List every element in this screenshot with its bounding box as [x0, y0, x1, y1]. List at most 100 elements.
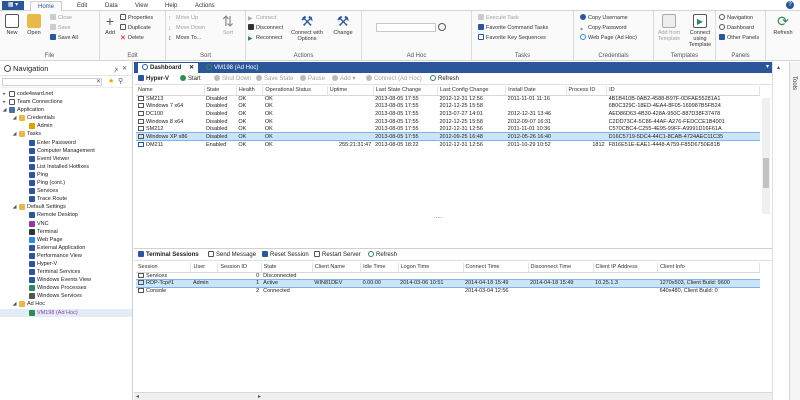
- tree-item[interactable]: ◢ Ad Hoc: [0, 300, 132, 308]
- restart-server-button[interactable]: Restart Server: [314, 249, 361, 262]
- tab-help[interactable]: Help: [158, 1, 184, 11]
- execute-task-button[interactable]: Execute Task: [478, 14, 519, 22]
- table-row[interactable]: Console 2 Connected 2014-03-04 12:56 640x480…: [136, 287, 760, 295]
- adhoc-input[interactable]: [376, 23, 436, 32]
- tree-item[interactable]: ◢ Application: [0, 106, 132, 114]
- favorite-key-sequences-button[interactable]: Favorite Key Sequences: [478, 34, 546, 42]
- connect-using-template-button[interactable]: ▶ Connect using Template: [686, 14, 714, 48]
- table-row[interactable]: DM211 Enabled OK OK 255:21:31:47 2013-08-05 1…: [136, 141, 760, 149]
- tab-data[interactable]: Data: [98, 1, 125, 11]
- vm-table-scrollbar[interactable]: [762, 98, 770, 214]
- column-header[interactable]: Install Date: [505, 86, 567, 96]
- other-panels-button[interactable]: Other Panels: [719, 34, 759, 42]
- dashboard-panel-button[interactable]: Dashboard: [719, 24, 754, 32]
- collapse-icon[interactable]: ◢: [2, 106, 7, 114]
- tree-item[interactable]: Services: [0, 187, 132, 195]
- column-header[interactable]: Logon Time: [398, 263, 464, 273]
- column-header[interactable]: Idle Time: [360, 263, 399, 273]
- ts-refresh-button[interactable]: Refresh: [368, 249, 397, 262]
- tab-actions[interactable]: Actions: [188, 1, 222, 11]
- tree-item[interactable]: Remote Desktop: [0, 211, 132, 219]
- pause-button[interactable]: Pause: [300, 73, 325, 85]
- tree-item[interactable]: Admin: [0, 122, 132, 130]
- filter-icon[interactable]: ⚲: [118, 77, 125, 85]
- add-from-template-button[interactable]: Add from Template: [656, 14, 682, 42]
- scroll-up-icon[interactable]: ▴: [777, 64, 780, 71]
- column-header[interactable]: Health: [236, 86, 264, 96]
- favorite-command-tasks-button[interactable]: Favorite Command Tasks: [478, 24, 548, 32]
- tree-item[interactable]: Enter Password: [0, 139, 132, 147]
- save-state-button[interactable]: Save State: [256, 73, 293, 85]
- copy-password-button[interactable]: ⁎ Copy Password: [580, 24, 627, 32]
- expand-icon[interactable]: ▸: [2, 90, 7, 98]
- column-header[interactable]: User: [190, 263, 219, 273]
- tree-item[interactable]: ▸ Team Connections: [0, 98, 132, 106]
- send-message-button[interactable]: Send Message: [208, 249, 256, 262]
- pin-icon[interactable]: ꭗ: [115, 65, 118, 73]
- table-row[interactable]: Windows 8 x64 Disabled OK OK 2013-08-05 17:5…: [136, 118, 760, 126]
- column-header[interactable]: Last State Change: [373, 86, 438, 96]
- tree-item[interactable]: Performance View: [0, 252, 132, 260]
- tree-item[interactable]: Ping (cont.): [0, 179, 132, 187]
- start-button[interactable]: Start: [180, 73, 201, 85]
- adhoc-connect-icon[interactable]: [438, 23, 446, 31]
- column-header[interactable]: Uptime: [327, 86, 374, 96]
- hyperv-refresh-button[interactable]: Refresh: [430, 73, 459, 85]
- shut-down-button[interactable]: Shut Down: [214, 73, 251, 85]
- table-row[interactable]: DC100 Disabled OK OK 2013-08-05 17:55 2013-07…: [136, 110, 760, 118]
- table-row[interactable]: Windows XP x86 Disabled OK OK 2013-08-05 17:…: [136, 132, 760, 142]
- table-row[interactable]: SM212 Disabled OK OK 2013-08-05 17:55 2012-12…: [136, 125, 760, 133]
- app-menu-button[interactable]: ▦ ▾: [2, 1, 24, 10]
- tab-view[interactable]: View: [128, 1, 155, 11]
- tree-item[interactable]: Event Viewer: [0, 155, 132, 163]
- clear-search-icon[interactable]: ✕: [96, 78, 101, 85]
- tree-item[interactable]: Terminal Services: [0, 268, 132, 276]
- tools-side-panel[interactable]: Tools: [789, 62, 800, 400]
- tree-item[interactable]: Web Page: [0, 236, 132, 244]
- delete-button[interactable]: ✕ Delete: [120, 34, 144, 42]
- column-header[interactable]: State: [204, 86, 237, 96]
- save-button[interactable]: Save: [50, 24, 71, 32]
- properties-button[interactable]: Properties: [120, 14, 153, 22]
- sort-button[interactable]: ⇅ Sort: [218, 14, 238, 36]
- tab-edit[interactable]: Edit: [70, 1, 94, 11]
- copy-username-button[interactable]: Copy Username: [580, 14, 628, 22]
- connect-with-options-button[interactable]: ⚒ Connect with Options: [288, 14, 326, 42]
- horizontal-scrollbar[interactable]: ◂ ▸: [134, 392, 772, 400]
- column-header[interactable]: Connect Time: [463, 263, 529, 273]
- connect-adhoc-button[interactable]: Connect (Ad Hoc): [366, 73, 422, 85]
- table-row[interactable]: Services 0 Disconnected: [136, 272, 760, 280]
- column-header[interactable]: Disconnect Time: [528, 263, 594, 273]
- table-row[interactable]: SM213 Disabled OK OK 2013-08-05 17:55 2012-12…: [136, 95, 760, 103]
- tree-item[interactable]: ▸ code4ward.net: [0, 90, 132, 98]
- add-vm-button[interactable]: Add ▾: [332, 73, 355, 85]
- close-tab-icon[interactable]: ✕: [189, 65, 194, 71]
- reset-session-button[interactable]: Reset Session: [262, 249, 309, 262]
- tree-item[interactable]: Trace Route: [0, 195, 132, 203]
- collapse-icon[interactable]: ◢: [12, 203, 17, 211]
- tree-item[interactable]: Computer Management: [0, 147, 132, 155]
- tree-item[interactable]: Windows Processes: [0, 284, 132, 292]
- add-button[interactable]: + Add: [102, 14, 118, 36]
- web-page-adhoc-button[interactable]: Web Page (Ad Hoc): [580, 34, 637, 42]
- tree-item[interactable]: ◢ Tasks: [0, 130, 132, 138]
- document-vertical-scrollbar[interactable]: ▴: [772, 62, 789, 400]
- collapse-icon[interactable]: ◢: [12, 114, 17, 122]
- tree-item[interactable]: ◢ Default Settings: [0, 203, 132, 211]
- table-row[interactable]: Windows 7 x64 Disabled OK OK 2013-08-05 17:5…: [136, 103, 760, 111]
- column-header[interactable]: Session: [136, 263, 192, 273]
- navigation-search-input[interactable]: [2, 78, 102, 86]
- close-button[interactable]: Close: [50, 14, 72, 22]
- tree-item[interactable]: ◢ Credentials: [0, 114, 132, 122]
- refresh-button[interactable]: ⟳ Refresh: [770, 14, 796, 36]
- tree-item[interactable]: Windows Services: [0, 292, 132, 300]
- expand-icon[interactable]: ▸: [2, 98, 7, 106]
- column-header[interactable]: Process ID: [566, 86, 608, 96]
- column-header[interactable]: Operational Status: [262, 86, 328, 96]
- column-header[interactable]: Session ID: [217, 263, 262, 273]
- column-header[interactable]: Client IP Address: [593, 263, 659, 273]
- duplicate-button[interactable]: Duplicate: [120, 24, 151, 32]
- disconnect-button[interactable]: Disconnect: [248, 24, 283, 32]
- splitter-handle[interactable]: .....: [434, 214, 442, 220]
- tab-home[interactable]: Home: [30, 1, 63, 11]
